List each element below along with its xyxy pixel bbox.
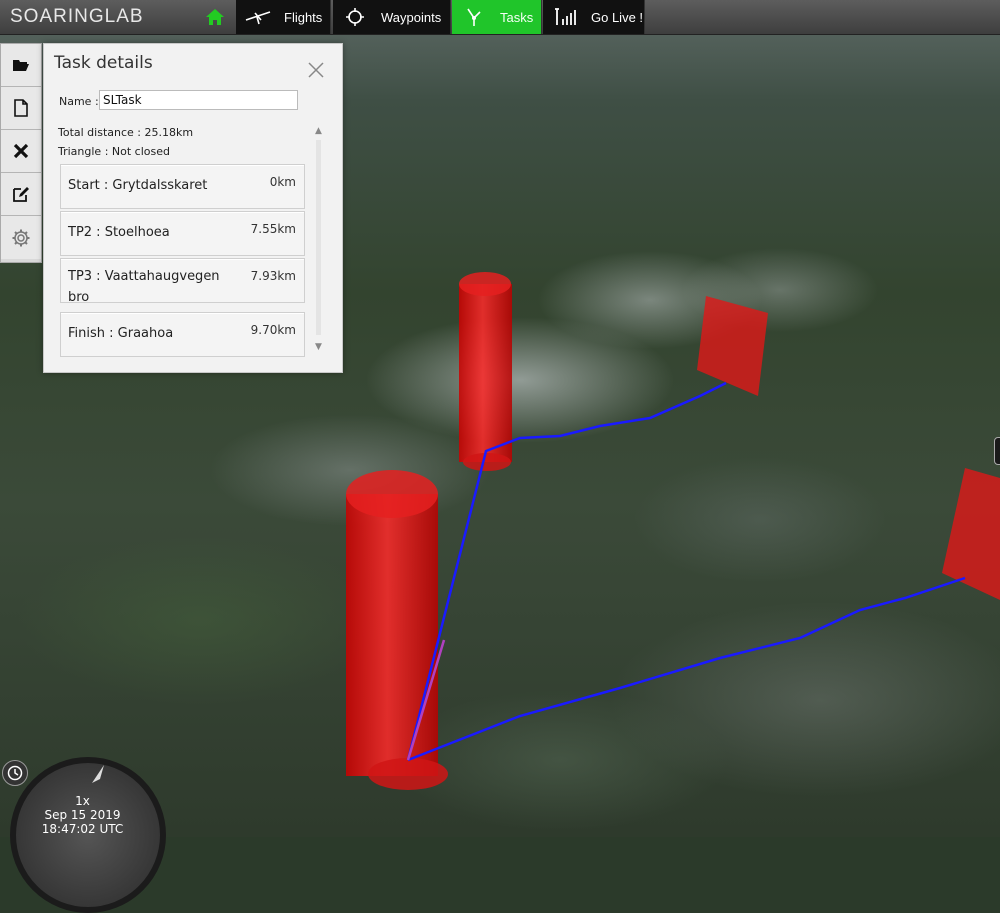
scroll-up-arrow[interactable]: ▲: [315, 126, 322, 136]
turnpoint-row[interactable]: Finish : Graahoa 9.70km: [60, 312, 305, 357]
turnpoint-row[interactable]: TP2 : Stoelhoea 7.55km: [60, 211, 305, 256]
new-task-button[interactable]: [1, 87, 41, 130]
turnpoint-list-scrollbar[interactable]: [316, 140, 321, 335]
clock-button[interactable]: [2, 760, 28, 786]
map-edge-handle[interactable]: [994, 437, 1000, 465]
open-task-button[interactable]: [1, 44, 41, 87]
nav-flights-button[interactable]: Flights: [236, 0, 331, 34]
playback-speed: 1x: [75, 794, 90, 808]
close-panel-button[interactable]: [306, 60, 326, 80]
nav-waypoints-button[interactable]: Waypoints: [333, 0, 451, 34]
turnpoint-name: Start : Grytdalsskaret: [68, 178, 208, 193]
turnpoint-distance: 9.70km: [250, 323, 296, 337]
turnpoint-name: TP2 : Stoelhoea: [68, 225, 170, 240]
task-details-panel: Task details Name : Total distance : 25.…: [43, 43, 343, 373]
top-navigation-bar: SOARINGLAB Flights Waypoints Tasks Go Li…: [0, 0, 1000, 35]
close-icon: [308, 62, 324, 78]
soaringlab-logo: SOARINGLAB: [10, 6, 144, 27]
new-file-icon: [14, 99, 28, 117]
turnpoint-row[interactable]: Start : Grytdalsskaret 0km: [60, 164, 305, 209]
turnpoint-name: TP3 : Vaattahaugvegen bro: [68, 269, 220, 305]
settings-button[interactable]: [1, 216, 41, 259]
edit-task-button[interactable]: [1, 173, 41, 216]
home-icon: [206, 9, 224, 25]
glider-icon: [244, 6, 272, 28]
signal-antenna-icon: [551, 6, 579, 28]
time-needle-icon: [92, 765, 104, 783]
current-date: Sep 15 2019: [44, 808, 121, 822]
nav-golive-label: Go Live !: [591, 9, 644, 25]
turnpoint-distance: 7.55km: [250, 222, 296, 236]
triangle-status: Triangle : Not closed: [58, 145, 170, 158]
side-toolbar: [0, 43, 42, 263]
current-time-utc: 18:47:02 UTC: [41, 822, 124, 836]
nav-tasks-label: Tasks: [500, 9, 534, 25]
clock-icon: [7, 765, 23, 781]
task-route-icon: [460, 6, 488, 28]
total-distance: Total distance : 25.18km: [58, 126, 194, 139]
folder-open-icon: [13, 60, 29, 71]
crosshair-icon: [341, 6, 369, 28]
home-button[interactable]: [200, 2, 230, 32]
task-name-input[interactable]: [99, 90, 298, 110]
turnpoint-name: Finish : Graahoa: [68, 326, 174, 341]
turnpoint-distance: 7.93km: [250, 269, 296, 283]
nav-golive-button[interactable]: Go Live !: [543, 0, 645, 34]
gear-icon: [12, 229, 30, 246]
turnpoint-distance: 0km: [269, 175, 296, 189]
panel-title: Task details: [54, 53, 153, 73]
delete-task-button[interactable]: [1, 130, 41, 173]
nav-flights-label: Flights: [284, 9, 323, 25]
nav-tasks-button[interactable]: Tasks: [452, 0, 542, 34]
edit-icon: [13, 187, 29, 202]
nav-waypoints-label: Waypoints: [381, 9, 442, 25]
turnpoint-row[interactable]: TP3 : Vaattahaugvegen bro 7.93km: [60, 258, 305, 305]
close-x-icon: [13, 143, 29, 159]
task-name-label: Name :: [59, 95, 99, 108]
scroll-down-arrow[interactable]: ▼: [315, 342, 322, 352]
